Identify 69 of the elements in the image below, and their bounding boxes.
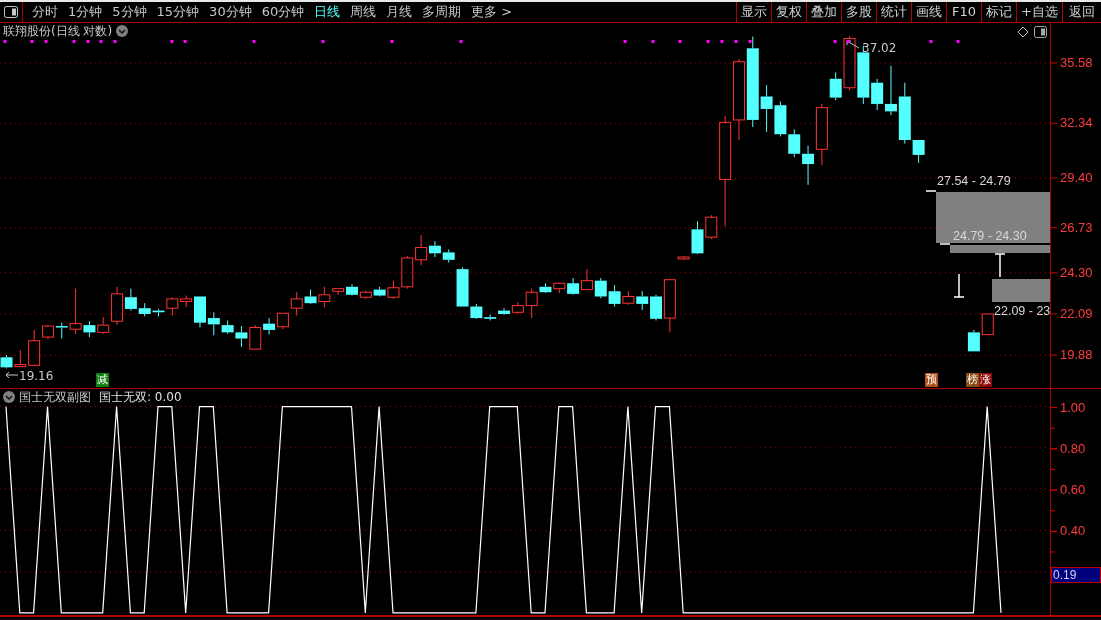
indicator-axis-label: 1.00 [1060,400,1086,415]
diamond-icon[interactable] [1017,26,1029,38]
candlestick [774,101,787,137]
period-tab[interactable]: 日线 [309,2,346,22]
indicator-axis-label: 0.60 [1060,483,1086,498]
signal-badge: 榜 [966,373,979,387]
level-marker [994,253,1006,278]
price-axis-label: 29.40 [1060,170,1093,185]
indicator-axis-label: 0.80 [1060,441,1086,456]
candlestick [263,317,276,336]
signal-badge: 涨 [979,373,992,387]
period-tab[interactable]: 60分钟 [256,2,310,22]
price-axis-label: 26.73 [1060,220,1093,235]
price-axis-label: 32.34 [1060,116,1093,131]
price-axis-label: 24.30 [1060,265,1093,280]
candlestick [967,329,980,352]
period-tab[interactable]: 15分钟 [151,2,205,22]
price-axis-label: 35.58 [1060,56,1093,70]
candlestick [249,324,262,350]
candlestick [0,354,13,369]
zone-range-label: 27.54 - 24.79 [937,174,1011,188]
toolbar-button[interactable]: 统计 [876,2,912,22]
indicator-axis-label: 0.40 [1060,524,1086,539]
zone-range-label: 22.09 - 23 [994,304,1051,318]
period-tab[interactable]: 周线 [345,2,382,22]
chevron-down-icon[interactable] [3,391,15,403]
toolbar-button[interactable]: F10 [946,2,982,22]
indicator-reading: 国士无双: 0.00 [99,390,182,404]
period-tab[interactable]: 多周期 [417,2,467,22]
level-marker [939,243,951,245]
high-price-label: 37.02 [862,41,897,55]
candlestick [636,290,649,311]
level-marker [953,273,965,298]
price-axis-label: 22.09 [1060,306,1093,321]
indicator-title: 国士无双副图 [19,390,91,404]
toolbar-button[interactable]: 复权 [771,2,807,22]
chart-title: 联翔股份(日线 对数) [3,24,113,38]
candlestick [594,277,607,299]
zone-range-label: 24.79 - 24.30 [953,229,1027,243]
candlestick [788,128,801,158]
price-zone-box [992,279,1050,302]
period-tab[interactable]: 分时 [27,2,63,22]
chevron-down-icon[interactable] [116,25,129,37]
arrow-up-left-icon [846,40,860,49]
toolbar-button[interactable]: 显示 [736,2,772,22]
low-price-label: 19.16 [19,369,54,383]
panel-toggle-icon[interactable] [4,6,18,18]
signal-badge: 预 [925,373,938,387]
candlestick [359,290,372,300]
price-axis-label: 19.88 [1060,348,1093,363]
toolbar-button[interactable]: +自选 [1016,2,1062,22]
panel-toggle-icon[interactable] [1034,26,1047,38]
candlestick [981,313,994,336]
arrow-left-icon [5,371,19,379]
period-tab[interactable]: 30分钟 [204,2,257,22]
signal-badge: 减 [96,373,109,387]
toolbar-button[interactable]: 标记 [981,2,1017,22]
toolbar-button[interactable]: 返回 [1062,2,1101,22]
candlestick [580,268,593,291]
toolbar-button[interactable]: 多股 [841,2,877,22]
current-value-tag: 0.19 [1051,566,1101,583]
period-tab[interactable]: 月线 [381,2,418,22]
period-tab[interactable]: 更多 > [466,2,518,22]
toolbar-button[interactable]: 叠加 [806,2,842,22]
period-tab[interactable]: 1分钟 [63,2,108,22]
period-tab[interactable]: 5分钟 [107,2,152,22]
level-marker [925,190,937,192]
candlestick [442,248,455,264]
toolbar-button[interactable]: 画线 [911,2,947,22]
